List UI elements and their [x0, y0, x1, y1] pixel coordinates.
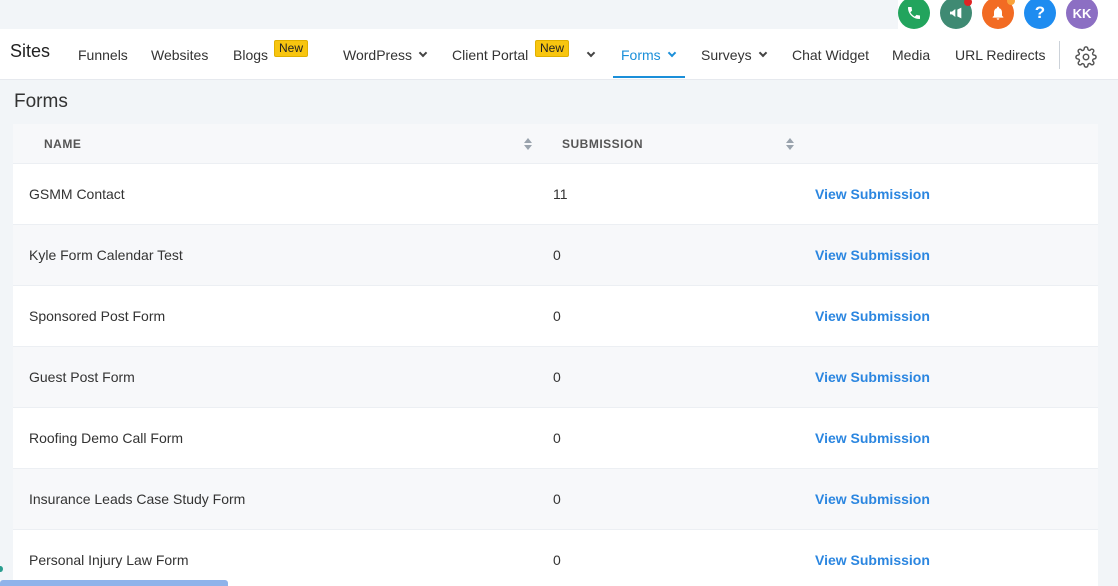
nav-forms[interactable]: Forms — [621, 29, 676, 80]
nav-funnels[interactable]: Funnels — [78, 29, 128, 80]
sort-icon[interactable] — [524, 138, 532, 150]
form-name: Insurance Leads Case Study Form — [29, 491, 246, 507]
view-submission-link[interactable]: View Submission — [815, 308, 930, 324]
notification-dot — [1007, 0, 1015, 5]
submission-count: 11 — [553, 186, 568, 202]
nav-label: Websites — [151, 46, 209, 63]
chevron-down-icon — [667, 48, 676, 58]
client-portal-dropdown[interactable] — [580, 29, 596, 80]
table-row: Kyle Form Calendar Test 0 View Submissio… — [13, 225, 1098, 286]
phone-icon[interactable] — [898, 0, 930, 29]
view-submission-link[interactable]: View Submission — [815, 552, 930, 568]
chevron-down-icon — [586, 48, 596, 58]
nav-client-portal[interactable]: Client Portal — [452, 29, 528, 80]
nav-media[interactable]: Media — [892, 29, 930, 80]
chevron-down-icon — [418, 48, 428, 58]
view-submission-link[interactable]: View Submission — [815, 491, 930, 507]
submission-count: 0 — [553, 552, 561, 568]
nav-label: WordPress — [343, 46, 412, 63]
table-row: Insurance Leads Case Study Form 0 View S… — [13, 469, 1098, 530]
form-name: Sponsored Post Form — [29, 308, 166, 324]
section-title: Sites — [10, 41, 51, 61]
nav-url-redirects[interactable]: URL Redirects — [955, 29, 1046, 80]
table-row: Roofing Demo Call Form 0 View Submission — [13, 408, 1098, 469]
view-submission-link[interactable]: View Submission — [815, 247, 930, 263]
column-header-submission[interactable]: SUBMISSION — [562, 137, 643, 151]
submission-count: 0 — [553, 491, 561, 507]
nav-websites[interactable]: Websites — [151, 29, 208, 80]
column-header-name[interactable]: NAME — [44, 137, 81, 151]
table-row: Personal Injury Law Form 0 View Submissi… — [13, 530, 1098, 586]
table-row: Guest Post Form 0 View Submission — [13, 347, 1098, 408]
nav-label: Forms — [621, 46, 661, 63]
nav-wordpress[interactable]: WordPress — [343, 29, 428, 80]
bell-icon[interactable] — [982, 0, 1015, 29]
help-icon[interactable]: ? — [1024, 0, 1056, 29]
nav-surveys[interactable]: Surveys — [701, 29, 767, 80]
form-name: Kyle Form Calendar Test — [29, 247, 183, 263]
table-row: GSMM Contact 11 View Submission — [13, 164, 1098, 225]
megaphone-icon[interactable] — [940, 0, 972, 29]
active-tab-indicator — [613, 76, 685, 78]
bottom-scroll-bar[interactable] — [0, 580, 228, 586]
nav-divider — [1059, 41, 1060, 69]
new-badge: New — [274, 40, 309, 57]
nav-chat-widget[interactable]: Chat Widget — [792, 29, 869, 80]
nav-label: Media — [892, 46, 931, 63]
nav-blogs[interactable]: Blogs — [233, 29, 268, 80]
view-submission-link[interactable]: View Submission — [815, 430, 930, 446]
submission-count: 0 — [553, 430, 561, 446]
form-name: Guest Post Form — [29, 369, 135, 385]
gear-icon[interactable] — [1075, 46, 1097, 68]
view-submission-link[interactable]: View Submission — [815, 369, 930, 385]
status-dot — [0, 566, 3, 572]
submission-count: 0 — [553, 369, 561, 385]
submission-count: 0 — [553, 308, 561, 324]
notification-dot — [964, 0, 972, 6]
nav-label: URL Redirects — [955, 46, 1046, 63]
nav-label: Chat Widget — [792, 46, 870, 63]
form-name: Personal Injury Law Form — [29, 552, 189, 568]
nav-label: Surveys — [701, 46, 752, 63]
form-name: Roofing Demo Call Form — [29, 430, 184, 446]
page-title: Forms — [14, 91, 68, 112]
top-action-icons: ? KK — [898, 0, 1118, 32]
new-badge: New — [535, 40, 570, 57]
forms-table: NAME SUBMISSION GSMM Contact 11 View Sub… — [13, 124, 1098, 586]
table-body: GSMM Contact 11 View Submission Kyle For… — [13, 164, 1098, 586]
chevron-down-icon — [758, 48, 767, 58]
table-row: Sponsored Post Form 0 View Submission — [13, 286, 1098, 347]
sites-navbar: Sites Funnels Websites Blogs New WordPre… — [0, 29, 1118, 80]
nav-label: Blogs — [233, 46, 269, 63]
nav-label: Client Portal — [452, 46, 529, 63]
submission-count: 0 — [553, 247, 561, 263]
view-submission-link[interactable]: View Submission — [815, 186, 930, 202]
avatar[interactable]: KK — [1066, 0, 1098, 29]
sort-icon[interactable] — [786, 138, 794, 150]
nav-label: Funnels — [78, 46, 128, 63]
table-header: NAME SUBMISSION — [13, 124, 1098, 164]
form-name: GSMM Contact — [29, 186, 125, 202]
